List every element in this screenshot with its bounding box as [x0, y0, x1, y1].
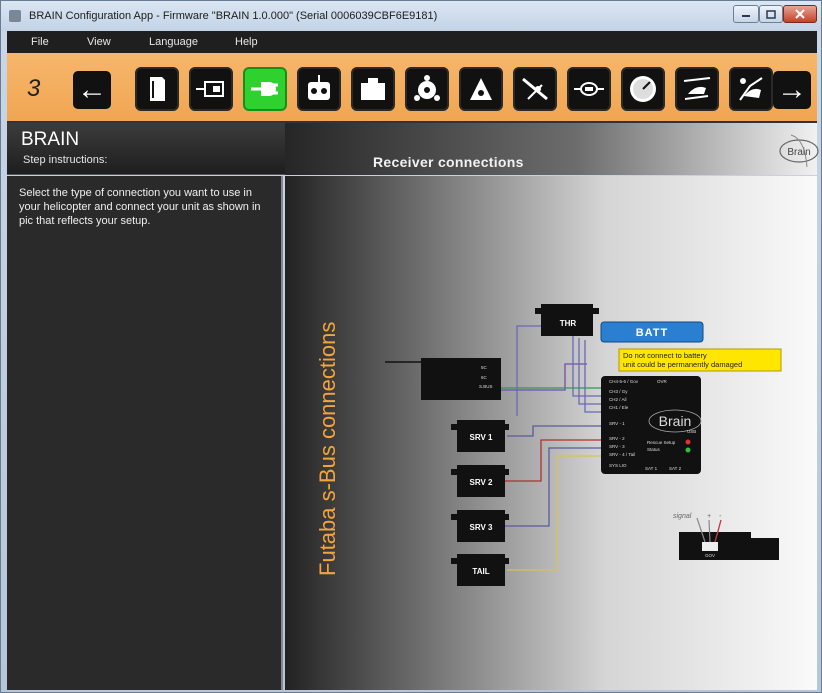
- servo-label: SRV 3: [470, 523, 494, 532]
- helicopter-flight-icon: [683, 77, 711, 100]
- swashplate-icon: [414, 75, 440, 101]
- menu-help[interactable]: Help: [235, 36, 258, 48]
- servo-srv3: SRV 3: [451, 510, 509, 542]
- plug-icon: [251, 82, 278, 96]
- unit-gov-label: OVR: [657, 379, 668, 384]
- step-button-box[interactable]: [351, 67, 395, 111]
- section-title: Receiver connections: [373, 154, 524, 170]
- close-icon: [795, 9, 805, 19]
- governor-connector: signal + - GOV: [673, 513, 779, 560]
- step-header: BRAIN Step instructions: Receiver connec…: [7, 123, 819, 175]
- connection-diagram: 5C 6C S.BUS THR BATT Do not connect to b…: [385, 304, 782, 586]
- warning-text: Do not connect to battery: [623, 351, 707, 360]
- receiver-pin-label: 6C: [481, 375, 488, 380]
- unit-port-label: CH1 / Ele: [609, 405, 629, 410]
- instructions-panel: Select the type of connection you want t…: [7, 176, 283, 690]
- app-window: BRAIN Configuration App - Firmware "BRAI…: [0, 0, 822, 693]
- governor-icon: [574, 82, 604, 96]
- box-icon: [361, 78, 385, 100]
- menu-view[interactable]: View: [87, 36, 111, 48]
- step-number: 3: [27, 75, 41, 102]
- helicopter-advanced-icon: [739, 77, 763, 101]
- servo-srv1: SRV 1: [451, 420, 509, 452]
- unit-status-label: Status: [647, 447, 661, 452]
- unit-bottom-label: SAT 2: [669, 466, 682, 471]
- instructions-text: Select the type of connection you want t…: [19, 187, 261, 227]
- servo-label: SRV 2: [470, 478, 494, 487]
- app-name: BRAIN: [21, 129, 80, 150]
- step-button-connections[interactable]: [243, 67, 287, 111]
- menu-language[interactable]: Language: [149, 36, 198, 48]
- app-icon: [9, 10, 21, 22]
- arrow-left-icon: ←: [77, 73, 107, 106]
- brain-logo-text: Brain: [787, 147, 810, 158]
- step-instructions-label: Step instructions:: [23, 154, 108, 166]
- battery-label: BATT: [636, 327, 669, 339]
- window-title: BRAIN Configuration App - Firmware "BRAI…: [29, 10, 438, 22]
- receiver: 5C 6C S.BUS: [385, 358, 501, 400]
- connector-label: +: [707, 513, 711, 520]
- transmitter-icon: [308, 75, 330, 100]
- unit-brand-label: Brain: [659, 413, 692, 429]
- servo-label: SRV 1: [470, 433, 494, 442]
- gauge-icon: [630, 76, 656, 102]
- step-button-document[interactable]: [135, 67, 179, 111]
- receiver-pin-label: 5C: [481, 365, 488, 370]
- minimize-button[interactable]: [733, 5, 759, 23]
- step-button-governor[interactable]: [567, 67, 611, 111]
- warning-note: Do not connect to battery unit could be …: [618, 348, 782, 372]
- connector-label: -: [719, 513, 722, 520]
- next-button[interactable]: →: [773, 71, 811, 109]
- connector-label: signal: [673, 513, 692, 520]
- diagram-panel: Futaba s-Bus connections 5C 6C S.BUS THR…: [285, 176, 817, 690]
- step-button-heli-advanced[interactable]: [729, 67, 773, 111]
- unit-bottom-label: SAT 1: [645, 466, 658, 471]
- menu-bar: File View Language Help: [7, 31, 817, 53]
- step-button-heli-flight[interactable]: [675, 67, 719, 111]
- servo-label: THR: [560, 319, 577, 328]
- menu-file[interactable]: File: [31, 36, 49, 48]
- unit-usb-label: USB: [687, 429, 696, 434]
- unit-orientation-icon: [196, 81, 224, 97]
- collective-icon: [470, 78, 492, 100]
- tail-rotor-icon: [522, 77, 548, 101]
- header-gradient: [285, 123, 817, 175]
- step-button-tail-rotor[interactable]: [513, 67, 557, 111]
- servo-label: TAIL: [472, 567, 489, 576]
- battery-connector: BATT: [600, 321, 704, 343]
- unit-port-label: SRV - 3: [609, 444, 625, 449]
- step-button-collective[interactable]: [459, 67, 503, 111]
- unit-port-label: CH3 / Gy: [609, 389, 628, 394]
- maximize-button[interactable]: [759, 5, 783, 23]
- step-button-swashplate[interactable]: [405, 67, 449, 111]
- warning-text: unit could be permanently damaged: [623, 360, 742, 369]
- brain-unit: CH4-5-6 / Gov CH3 / Gy CH2 / Ail CH1 / E…: [601, 376, 702, 474]
- unit-port-label: CH4-5-6 / Gov: [609, 379, 639, 384]
- unit-port-label: SRV - 1: [609, 421, 625, 426]
- arrow-right-icon: →: [777, 73, 807, 106]
- servo-srv2: SRV 2: [451, 465, 509, 497]
- unit-bottom-label: SYS LIO: [609, 463, 627, 468]
- unit-port-label: CH2 / Ail: [609, 397, 627, 402]
- back-button[interactable]: ←: [73, 71, 111, 109]
- title-bar: BRAIN Configuration App - Firmware "BRAI…: [1, 1, 821, 31]
- connector-gov-label: GOV: [705, 553, 715, 558]
- wizard-toolbar: 3 ← →: [7, 53, 817, 123]
- servo-tail: TAIL: [451, 554, 509, 586]
- unit-status-label: Rescue Setup: [647, 440, 676, 445]
- minimize-icon: [742, 15, 750, 17]
- brain-logo: Brain: [779, 134, 819, 168]
- unit-port-label: SRV - 2: [609, 436, 625, 441]
- step-button-unit-orientation[interactable]: [189, 67, 233, 111]
- maximize-icon: [766, 9, 776, 19]
- servo-thr: THR: [535, 304, 599, 336]
- unit-port-label: SRV - 4 / Tail: [609, 452, 635, 457]
- close-button[interactable]: [783, 5, 817, 23]
- document-icon: [150, 77, 165, 101]
- receiver-port-label: S.BUS: [479, 384, 493, 389]
- step-button-transmitter[interactable]: [297, 67, 341, 111]
- step-button-gauge[interactable]: [621, 67, 665, 111]
